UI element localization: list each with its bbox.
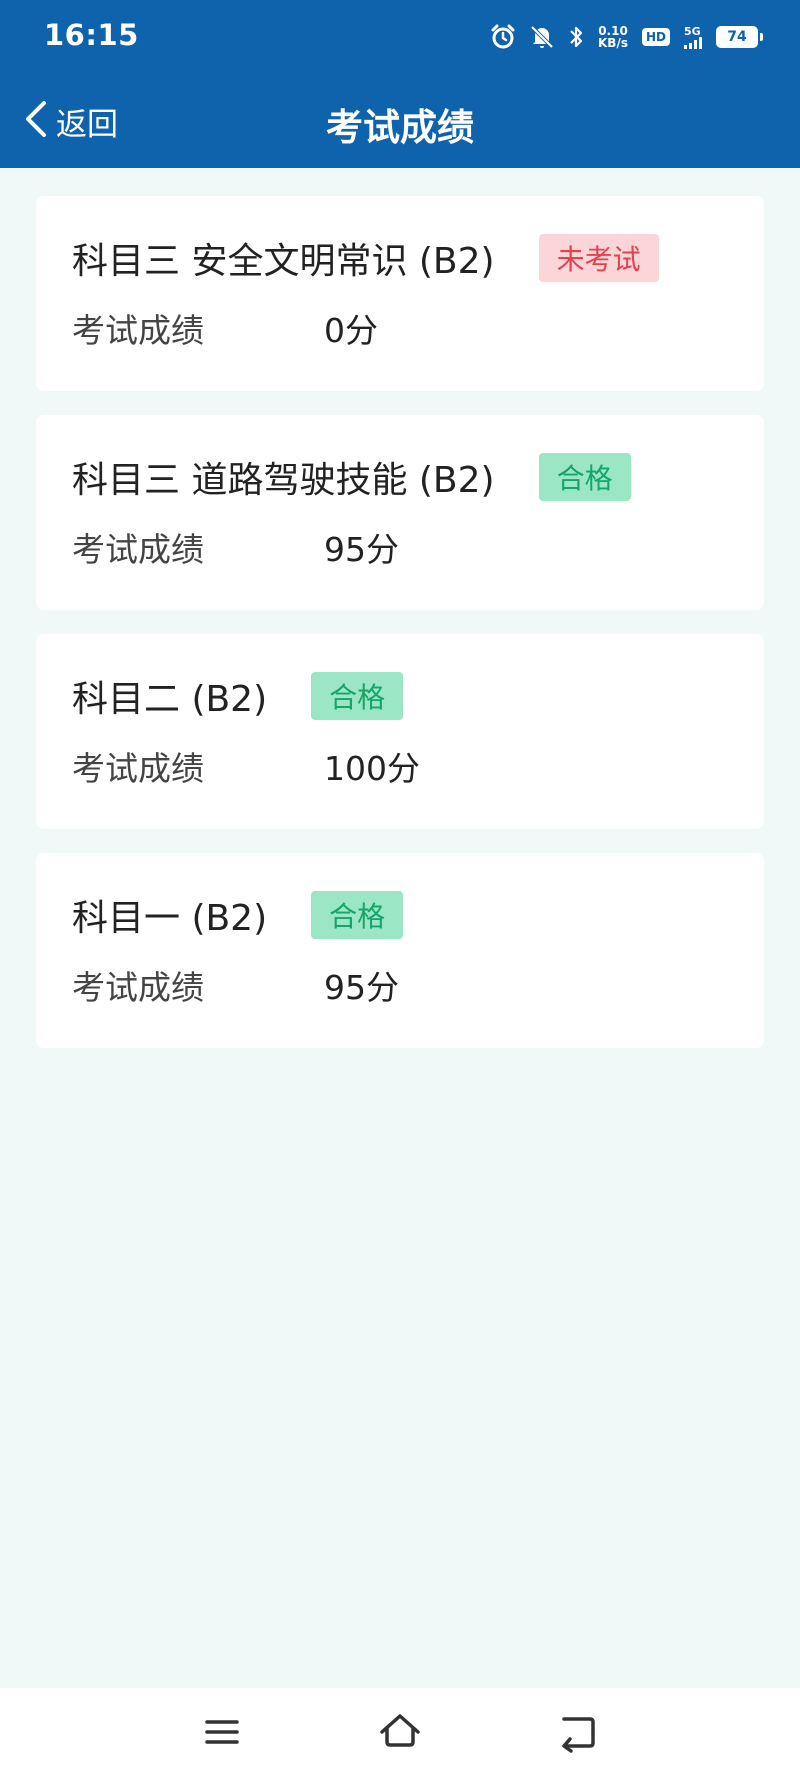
score-value: 100分: [324, 749, 420, 788]
bluetooth-icon: [568, 24, 584, 50]
signal-bars-icon: [684, 36, 702, 49]
status-badge: 未考试: [538, 234, 659, 282]
network-speed-unit: KB/s: [598, 36, 628, 50]
status-badge: 合格: [311, 891, 404, 939]
exam-card[interactable]: 科目一 (B2) 合格 考试成绩 95分: [36, 853, 764, 1048]
score-value: 95分: [324, 968, 399, 1007]
system-nav-bar: [0, 1688, 800, 1781]
subject-name: 科目二 (B2): [72, 679, 268, 720]
status-time: 16:15: [44, 18, 139, 52]
battery-icon: 74: [716, 26, 763, 48]
subject-name: 科目三 安全文明常识 (B2): [72, 241, 495, 282]
back-nav-icon[interactable]: [554, 1708, 602, 1756]
exam-result-list: 科目三 安全文明常识 (B2) 未考试 考试成绩 0分 科目三 道路驾驶技能 (…: [36, 196, 764, 1072]
status-badge: 合格: [311, 672, 404, 720]
network-type: 5G: [684, 24, 701, 38]
signal-5g: 5G: [684, 26, 702, 49]
network-speed: 0.10 KB/s: [598, 25, 628, 49]
exam-card[interactable]: 科目二 (B2) 合格 考试成绩 100分: [36, 634, 764, 829]
subject-name: 科目三 道路驾驶技能 (B2): [72, 460, 495, 501]
score-value: 95分: [324, 530, 399, 569]
mute-bell-icon: [530, 24, 554, 50]
subject-name: 科目一 (B2): [72, 898, 268, 939]
page-title: 考试成绩: [326, 106, 474, 149]
battery-level: 74: [727, 29, 747, 45]
status-icons: 0.10 KB/s HD 5G 74: [490, 20, 763, 54]
score-label: 考试成绩: [72, 311, 204, 350]
hd-badge: HD: [641, 28, 670, 46]
alarm-icon: [490, 24, 516, 50]
exam-card[interactable]: 科目三 安全文明常识 (B2) 未考试 考试成绩 0分: [36, 196, 764, 391]
top-app-bar: 16:15 0.10 KB/s HD 5G 74 返回 考试成绩: [0, 0, 800, 168]
menu-icon[interactable]: [198, 1708, 246, 1756]
score-label: 考试成绩: [72, 530, 204, 569]
score-label: 考试成绩: [72, 749, 204, 788]
exam-card[interactable]: 科目三 道路驾驶技能 (B2) 合格 考试成绩 95分: [36, 415, 764, 610]
home-icon[interactable]: [376, 1708, 424, 1756]
status-badge: 合格: [538, 453, 631, 501]
score-value: 0分: [324, 311, 378, 350]
score-label: 考试成绩: [72, 968, 204, 1007]
